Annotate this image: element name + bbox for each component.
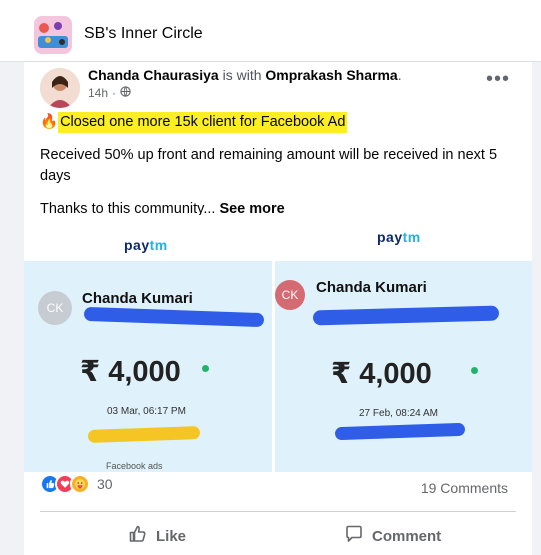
payment-datetime: 03 Mar, 06:17 PM (107, 406, 186, 417)
post-images[interactable]: paytm CK Chanda Kumari ₹ 4,000 03 Mar, 0… (24, 215, 532, 472)
tagged-name[interactable]: Omprakash Sharma (265, 67, 397, 83)
paytm-logo: paytm (377, 229, 421, 245)
reactions-summary[interactable]: 30 (40, 474, 113, 494)
comment-button[interactable]: Comment (344, 518, 441, 554)
time-separator: · (112, 86, 117, 100)
comments-count[interactable]: 19 Comments (421, 480, 508, 496)
payee-avatar: CK (38, 291, 72, 325)
author-avatar[interactable] (40, 68, 80, 108)
group-cover-icon[interactable] (34, 16, 72, 54)
comment-label: Comment (372, 527, 442, 545)
with-text: is with (222, 67, 262, 83)
receipt-image-2[interactable]: paytm CK Chanda Kumari ₹ 4,000 27 Feb, 0… (275, 215, 532, 472)
care-reaction-icon (70, 474, 90, 494)
paytm-logo: paytm (124, 237, 168, 253)
globe-icon (120, 86, 131, 100)
payment-note: Facebook ads (106, 461, 163, 471)
receipt-image-1[interactable]: paytm CK Chanda Kumari ₹ 4,000 03 Mar, 0… (24, 215, 272, 472)
reaction-count[interactable]: 30 (97, 476, 113, 492)
group-name[interactable]: SB's Inner Circle (84, 25, 203, 43)
post-body: Received 50% up front and remaining amou… (40, 147, 498, 184)
more-options-icon[interactable]: ••• (486, 69, 510, 89)
post-author-line: Chanda Chaurasiya is with Omprakash Shar… (88, 67, 402, 83)
success-dot (202, 365, 209, 372)
success-dot (471, 367, 478, 374)
author-name[interactable]: Chanda Chaurasiya (88, 67, 219, 83)
group-header: SB's Inner Circle (0, 0, 541, 62)
post-headline: 🔥 Closed one more 15k client for Facebook… (40, 112, 348, 133)
post-card: Chanda Chaurasiya is with Omprakash Shar… (24, 62, 532, 555)
post-text: 🔥 Closed one more 15k client for Facebook… (40, 112, 520, 220)
like-button[interactable]: Like (128, 518, 186, 554)
comment-icon (344, 524, 364, 548)
fire-icon: 🔥 (40, 114, 59, 130)
payee-avatar: CK (275, 280, 305, 310)
payment-amount: ₹ 4,000 (331, 358, 432, 390)
payee-name: Chanda Kumari (316, 279, 427, 296)
headline-text: Closed one more 15k client for Facebook … (58, 112, 348, 133)
actions-divider (40, 511, 516, 512)
post-time: 14h · (88, 86, 131, 100)
like-label: Like (156, 527, 187, 545)
tagged-suffix: . (397, 67, 402, 83)
payment-datetime: 27 Feb, 08:24 AM (359, 408, 438, 419)
payment-amount: ₹ 4,000 (80, 356, 181, 388)
thumbs-up-icon (128, 524, 148, 548)
post-timestamp[interactable]: 14h (88, 86, 108, 100)
payee-name: Chanda Kumari (82, 290, 193, 307)
